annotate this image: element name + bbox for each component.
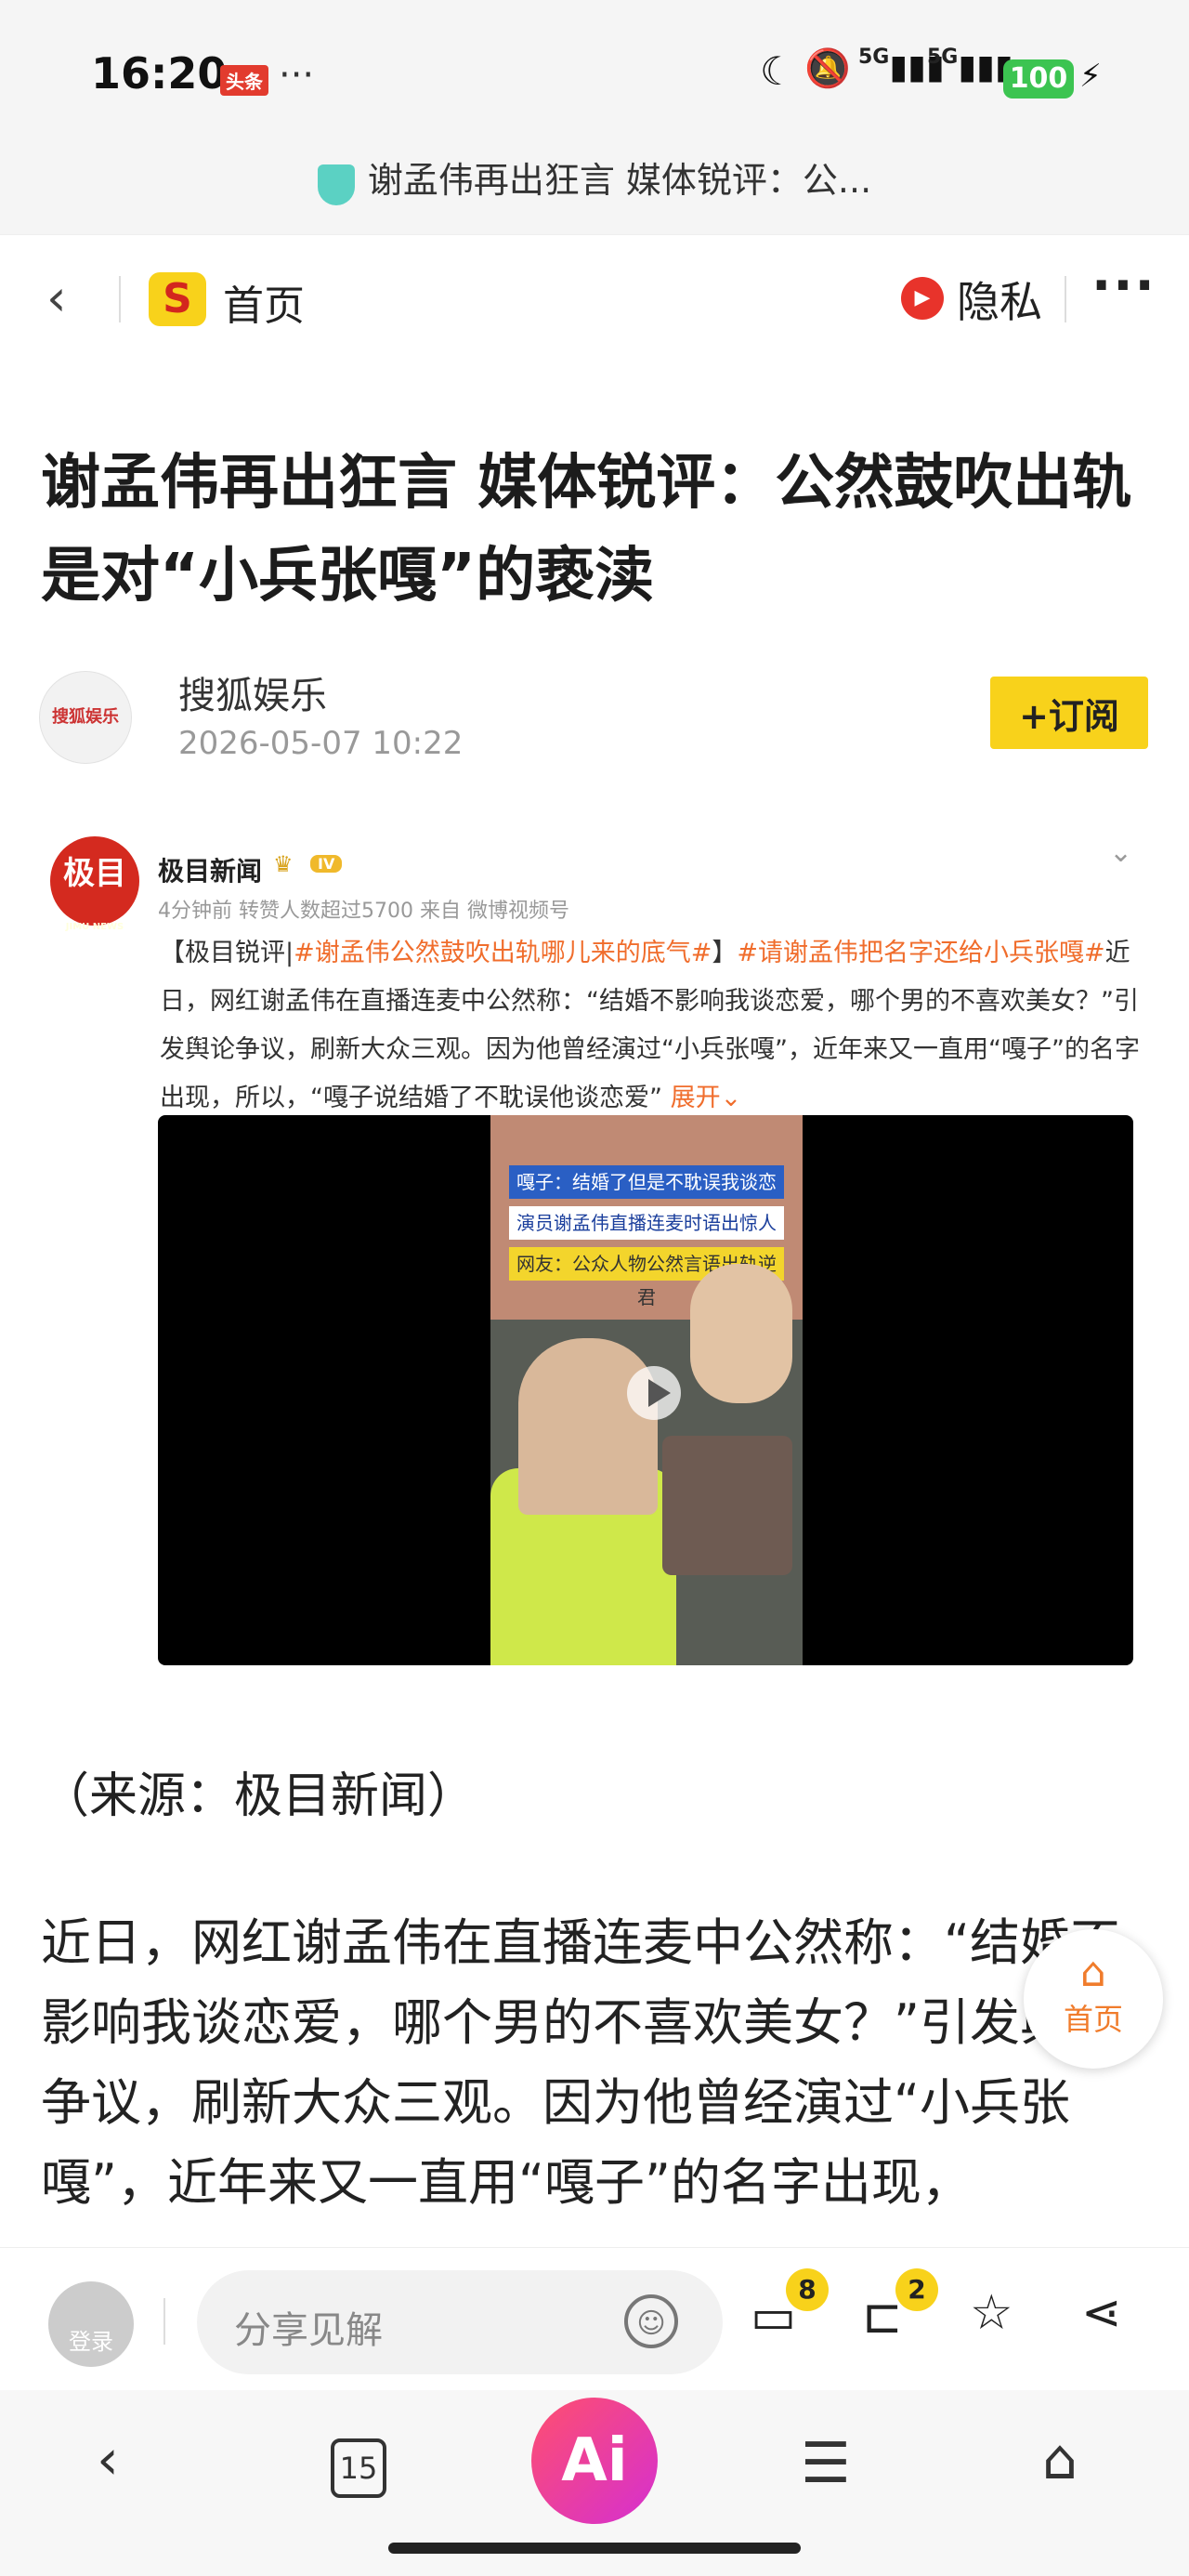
star-icon[interactable]: ☆ — [970, 2285, 1013, 2341]
tabs-button[interactable]: 15 — [331, 2438, 386, 2498]
signal-2-icon: 5G▮▮▮ — [927, 46, 1013, 86]
chevron-down-icon: ⌄ — [1109, 836, 1133, 869]
publish-time: 2026-05-07 10:22 — [178, 725, 464, 762]
ai-button[interactable]: Ai — [531, 2398, 658, 2524]
article-source: （来源：极目新闻） — [41, 1768, 477, 1824]
status-more-icon: ··· — [279, 54, 315, 97]
post-text: 【极目锐评|#谢孟伟公然鼓吹出轨哪儿来的底气#】#请谢孟伟把名字还给小兵张嘎#近… — [160, 939, 1140, 1112]
back-icon[interactable]: ‹ — [97, 2427, 119, 2492]
post-meta: 4分钟前 转赞人数超过5700 来自 微博视频号 — [158, 900, 569, 923]
jimu-logo: 极目 JIMU NEWS — [50, 836, 139, 932]
video-caption: 演员谢孟伟直播连麦时语出惊人 — [509, 1206, 784, 1240]
comment-count-badge: 8 — [786, 2268, 829, 2311]
level-badge: IV — [310, 855, 343, 873]
moon-icon: ☾ — [760, 48, 795, 94]
nav-home-label[interactable]: 首页 — [223, 272, 305, 332]
gesture-home-bar[interactable] — [388, 2543, 801, 2554]
author-avatar[interactable]: 搜狐娱乐 — [39, 671, 132, 764]
video-caption: 嘎子：结婚了但是不耽误我谈恋爱 — [509, 1165, 784, 1227]
article-paragraph: 近日，网红谢孟伟在直播连麦中公然称：“结婚不影响我谈恋爱，哪个男的不喜欢美女？”… — [41, 1913, 1120, 2212]
comment-placeholder: 分享见解 — [234, 2309, 383, 2352]
privacy-play-icon[interactable]: ▶ — [901, 277, 944, 320]
video-player: 嘎子：结婚了但是不耽误我谈恋爱 演员谢孟伟直播连麦时语出惊人 网友：公众人物公然… — [158, 1115, 1133, 1665]
top-nav: ‹ S 首页 ▶ 隐私 ··· — [0, 234, 1189, 358]
post-account-name: 极目新闻 — [158, 856, 263, 887]
home-icon[interactable]: ⌂ — [1042, 2427, 1078, 2492]
sohu-logo-icon[interactable]: S — [149, 272, 206, 326]
divider — [163, 2298, 165, 2345]
toutiao-badge-icon: 头条 — [220, 65, 268, 96]
share-icon[interactable]: ⋖ — [1081, 2285, 1122, 2341]
divider — [119, 276, 121, 322]
floating-home-label: 首页 — [1063, 2002, 1123, 2037]
crown-icon: ♛ — [273, 851, 294, 877]
charging-icon: ⚡ — [1079, 58, 1102, 95]
floating-home-button[interactable]: ⌂ 首页 — [1024, 1929, 1163, 2069]
url-title: 谢孟伟再出狂言 媒体锐评：公... — [367, 160, 872, 201]
collection-count-badge: 2 — [895, 2268, 938, 2311]
article-title: 谢孟伟再出狂言 媒体锐评：公然鼓吹出轨是对“小兵张嘎”的亵渎 — [41, 449, 1132, 611]
comment-input[interactable]: 分享见解 ☺ — [197, 2270, 723, 2374]
back-icon[interactable]: ‹ — [46, 269, 67, 327]
embedded-post-image: 极目 JIMU NEWS 极目新闻 ♛ IV 4分钟前 转赞人数超过5700 来… — [41, 818, 1148, 1696]
battery-icon: 100 — [1003, 59, 1074, 99]
comment-bar: 登录 分享见解 ☺ ▭ 8 ⊏ 2 ☆ ⋖ — [0, 2247, 1189, 2391]
shield-icon — [317, 164, 355, 205]
house-icon: ⌂ — [1080, 1949, 1106, 1996]
status-bar: 16:20 头条 ··· ☾ 🔕 5G▮▮▮ 5G▮▮▮ 100 ⚡ — [0, 0, 1189, 149]
author-name[interactable]: 搜狐娱乐 — [178, 665, 327, 719]
mute-bell-icon: 🔕 — [804, 47, 851, 90]
login-avatar[interactable]: 登录 — [48, 2281, 134, 2367]
status-time: 16:20 — [91, 48, 228, 99]
nav-privacy-label[interactable]: 隐私 — [957, 269, 1042, 330]
url-bar[interactable]: 谢孟伟再出狂言 媒体锐评：公... — [0, 149, 1189, 234]
more-menu-icon[interactable]: ··· — [1091, 256, 1156, 316]
menu-icon[interactable]: ☰ — [801, 2431, 851, 2496]
emoji-icon[interactable]: ☺ — [624, 2294, 678, 2348]
divider — [1065, 276, 1066, 322]
subscribe-button[interactable]: +订阅 — [990, 677, 1148, 749]
video-frame: 嘎子：结婚了但是不耽误我谈恋爱 演员谢孟伟直播连麦时语出惊人 网友：公众人物公然… — [490, 1115, 803, 1665]
expand-link: 展开 — [670, 1084, 721, 1112]
